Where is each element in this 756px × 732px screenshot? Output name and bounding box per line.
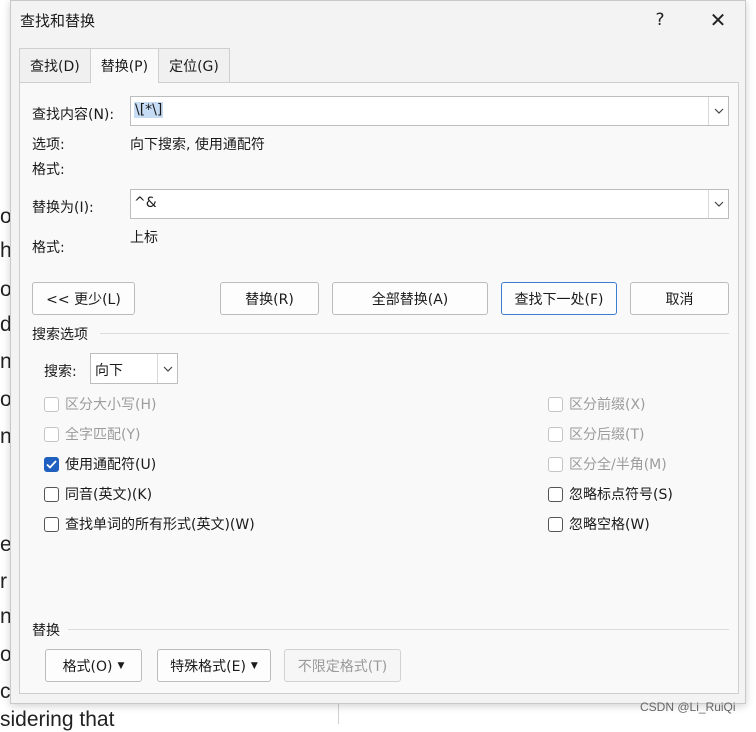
use-wildcards-checkbox[interactable]: 使用通配符(U) [44,454,156,474]
sounds-like-checkbox[interactable]: 同音(英文)(K) [44,484,152,504]
match-case-checkbox[interactable]: 区分大小写(H) [44,394,156,414]
checkmark-icon [46,459,57,469]
checkbox-label: 区分全/半角(M) [569,457,667,473]
checkbox-box[interactable] [44,426,59,442]
replace-format-label: 格式: [32,240,65,256]
checkbox-label: 区分前缀(X) [569,397,646,413]
caret-down-icon: ▼ [250,660,258,671]
checkbox-box[interactable] [44,486,59,502]
no-formatting-button[interactable]: 不限定格式(T) [284,649,401,682]
replace-panel: 查找内容(N): \[*\] 选项: 向下搜索, 使用通配符 格式: 替换为(I… [19,82,739,694]
caret-down-icon: ▼ [117,660,125,671]
format-button-label: 格式(O) [62,658,113,675]
divider [68,629,729,630]
find-what-input[interactable]: \[*\] [130,96,729,126]
search-direction-value: 向下 [95,363,123,379]
bg-text-line: r [0,570,7,593]
checkbox-box[interactable] [548,456,563,472]
ignore-whitespace-checkbox[interactable]: 忽略空格(W) [548,514,650,534]
checkbox-box[interactable] [548,516,563,532]
options-value: 向下搜索, 使用通配符 [130,137,265,153]
checkbox-box[interactable] [44,456,59,472]
find-next-button[interactable]: 查找下一处(F) [501,282,617,315]
title-bar: 查找和替换 ? ✕ [11,1,745,39]
checkbox-label: 使用通配符(U) [65,457,157,473]
find-what-value: \[*\] [134,102,164,118]
checkbox-label: 查找单词的所有形式(英文)(W) [65,517,255,533]
replace-button[interactable]: 替换(R) [220,282,319,315]
checkbox-label: 全字匹配(Y) [65,427,141,443]
whole-word-checkbox[interactable]: 全字匹配(Y) [44,424,140,444]
format-button[interactable]: 格式(O) ▼ [45,649,142,682]
find-what-label: 查找内容(N): [32,107,115,123]
checkbox-label: 忽略空格(W) [569,517,650,533]
match-width-checkbox[interactable]: 区分全/半角(M) [548,454,667,474]
bg-divider [338,704,339,724]
all-word-forms-checkbox[interactable]: 查找单词的所有形式(英文)(W) [44,514,255,534]
tab-find[interactable]: 查找(D) [19,48,91,82]
replace-section-heading: 替换 [32,623,60,639]
special-button[interactable]: 特殊格式(E) ▼ [157,649,271,682]
checkbox-box[interactable] [44,396,59,412]
chevron-down-icon[interactable] [708,190,728,218]
replace-with-value: ^& [134,195,157,211]
checkbox-label: 忽略标点符号(S) [569,487,673,503]
replace-all-button[interactable]: 全部替换(A) [332,282,488,315]
find-replace-dialog: 查找和替换 ? ✕ 查找(D) 替换(P) 定位(G) 查找内容(N): \[*… [10,0,746,704]
checkbox-box[interactable] [548,486,563,502]
cancel-button[interactable]: 取消 [630,282,729,315]
checkbox-label: 区分大小写(H) [65,397,157,413]
special-button-label: 特殊格式(E) [170,658,246,675]
help-button[interactable]: ? [644,7,676,33]
search-options-heading: 搜索选项 [32,327,88,343]
checkbox-box[interactable] [548,396,563,412]
search-direction-select[interactable]: 向下 [90,353,178,384]
chevron-down-icon[interactable] [708,97,728,125]
tab-replace[interactable]: 替换(P) [89,48,160,83]
checkbox-box[interactable] [44,516,59,532]
replace-with-label: 替换为(I): [32,200,94,216]
tab-strip: 查找(D) 替换(P) 定位(G) [19,48,230,83]
replace-with-input[interactable]: ^& [130,189,729,219]
divider [100,333,729,334]
match-prefix-checkbox[interactable]: 区分前缀(X) [548,394,646,414]
checkbox-label: 同音(英文)(K) [65,487,153,503]
search-direction-label: 搜索: [44,364,77,380]
replace-format-value: 上标 [130,230,158,246]
checkbox-label: 区分后缀(T) [569,427,645,443]
watermark: CSDN @Li_RuiQi [640,700,736,714]
close-button[interactable]: ✕ [702,7,734,33]
tab-goto[interactable]: 定位(G) [158,48,230,82]
checkbox-box[interactable] [548,426,563,442]
dialog-title: 查找和替换 [20,12,96,30]
match-suffix-checkbox[interactable]: 区分后缀(T) [548,424,644,444]
chevron-down-icon[interactable] [157,354,177,383]
find-format-label: 格式: [32,162,65,178]
ignore-punctuation-checkbox[interactable]: 忽略标点符号(S) [548,484,673,504]
less-button[interactable]: << 更少(L) [32,282,135,315]
bg-text-line: sidering that [0,708,115,731]
options-label: 选项: [32,137,65,153]
